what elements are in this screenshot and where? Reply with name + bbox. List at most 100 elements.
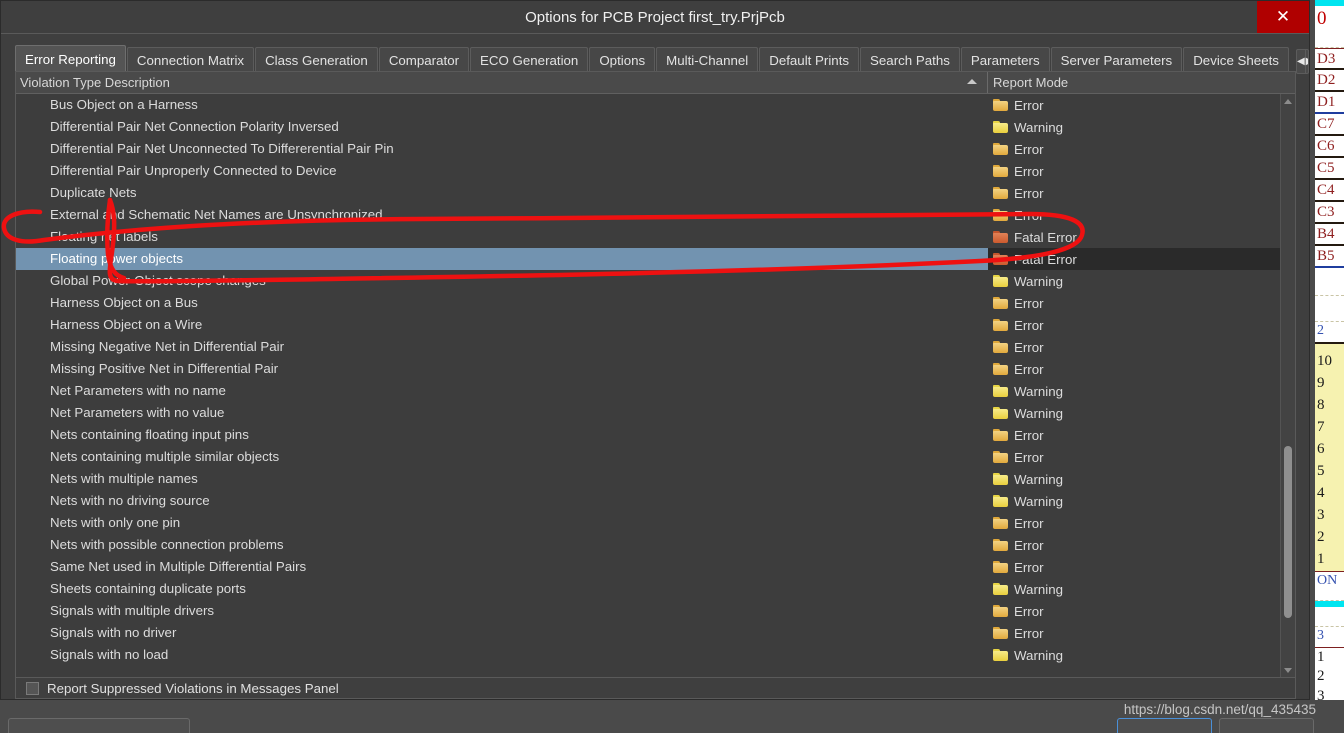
violation-type-description-cell[interactable]: Duplicate Nets <box>16 182 988 204</box>
tab-eco-generation[interactable]: ECO Generation <box>470 47 589 74</box>
table-row[interactable]: Same Net used in Multiple Differential P… <box>16 556 1295 578</box>
violation-type-description-cell[interactable]: Nets containing multiple similar objects <box>16 446 988 468</box>
tab-default-prints[interactable]: Default Prints <box>759 47 860 74</box>
violation-type-description-cell[interactable]: Missing Negative Net in Differential Pai… <box>16 336 988 358</box>
report-mode-cell[interactable]: Warning <box>988 644 1295 666</box>
report-mode-cell[interactable]: Error <box>988 512 1295 534</box>
report-mode-cell[interactable]: Warning <box>988 468 1295 490</box>
violation-type-description-cell[interactable]: Sheets containing duplicate ports <box>16 578 988 600</box>
table-row[interactable]: Duplicate Nets Error <box>16 182 1295 204</box>
violation-type-description-cell[interactable]: Signals with multiple drivers <box>16 600 988 622</box>
report-mode-cell[interactable]: Error <box>988 204 1295 226</box>
table-row[interactable]: Missing Positive Net in Differential Pai… <box>16 358 1295 380</box>
violation-type-description-cell[interactable]: Nets with multiple names <box>16 468 988 490</box>
table-row[interactable]: Signals with no load Warning <box>16 644 1295 666</box>
table-row[interactable]: Nets with possible connection problems Er… <box>16 534 1295 556</box>
report-mode-cell[interactable]: Error <box>988 314 1295 336</box>
scroll-down-icon[interactable] <box>1281 663 1295 677</box>
violation-type-description-cell[interactable]: Differential Pair Unproperly Connected t… <box>16 160 988 182</box>
column-header-report-mode[interactable]: Report Mode <box>988 72 1295 93</box>
table-row[interactable]: Floating power objects Fatal Error <box>16 248 1295 270</box>
violation-type-description-cell[interactable]: Signals with no driver <box>16 622 988 644</box>
report-mode-cell[interactable]: Warning <box>988 490 1295 512</box>
scroll-up-icon[interactable] <box>1281 94 1295 108</box>
violation-type-description-cell[interactable]: Global Power-Object scope changes <box>16 270 988 292</box>
violation-type-description-cell[interactable]: Floating net labels <box>16 226 988 248</box>
report-mode-cell[interactable]: Error <box>988 336 1295 358</box>
report-mode-cell[interactable]: Warning <box>988 380 1295 402</box>
report-mode-cell[interactable]: Error <box>988 138 1295 160</box>
chevron-left-icon[interactable]: ◀ <box>1297 50 1305 73</box>
table-row[interactable]: External and Schematic Net Names are Uns… <box>16 204 1295 226</box>
tab-parameters[interactable]: Parameters <box>960 47 1050 74</box>
table-row[interactable]: Differential Pair Unproperly Connected t… <box>16 160 1295 182</box>
report-mode-cell[interactable]: Fatal Error <box>988 226 1295 248</box>
violation-type-description-cell[interactable]: Differential Pair Net Connection Polarit… <box>16 116 988 138</box>
tab-options[interactable]: Options <box>589 47 656 74</box>
table-row[interactable]: Signals with no driver Error <box>16 622 1295 644</box>
tab-search-paths[interactable]: Search Paths <box>860 47 960 74</box>
report-mode-cell[interactable]: Warning <box>988 116 1295 138</box>
column-header-violation-type-description[interactable]: Violation Type Description <box>16 72 988 93</box>
tab-error-reporting[interactable]: Error Reporting <box>15 45 126 74</box>
report-mode-cell[interactable]: Error <box>988 534 1295 556</box>
tab-server-parameters[interactable]: Server Parameters <box>1050 47 1183 74</box>
table-row[interactable]: Net Parameters with no value Warning <box>16 402 1295 424</box>
violation-type-description-cell[interactable]: External and Schematic Net Names are Uns… <box>16 204 988 226</box>
table-row[interactable]: Differential Pair Net Connection Polarit… <box>16 116 1295 138</box>
bottom-button-left[interactable] <box>8 718 190 733</box>
table-row[interactable]: Net Parameters with no name Warning <box>16 380 1295 402</box>
table-row[interactable]: Harness Object on a Wire Error <box>16 314 1295 336</box>
tab-multi-channel[interactable]: Multi-Channel <box>656 47 759 74</box>
table-row[interactable]: Global Power-Object scope changes Warning <box>16 270 1295 292</box>
table-row[interactable]: Signals with multiple drivers Error <box>16 600 1295 622</box>
report-mode-cell[interactable]: Error <box>988 94 1295 116</box>
violation-type-description-cell[interactable]: Differential Pair Net Unconnected To Dif… <box>16 138 988 160</box>
tab-device-sheets[interactable]: Device Sheets <box>1183 47 1289 74</box>
table-row[interactable]: Sheets containing duplicate ports Warning <box>16 578 1295 600</box>
table-row[interactable]: Harness Object on a Bus Error <box>16 292 1295 314</box>
violation-type-description-cell[interactable]: Missing Positive Net in Differential Pai… <box>16 358 988 380</box>
violation-type-description-cell[interactable]: Same Net used in Multiple Differential P… <box>16 556 988 578</box>
report-mode-cell[interactable]: Error <box>988 600 1295 622</box>
close-icon[interactable]: ✕ <box>1257 1 1309 33</box>
violation-type-description-cell[interactable]: Nets with only one pin <box>16 512 988 534</box>
table-row[interactable]: Differential Pair Net Unconnected To Dif… <box>16 138 1295 160</box>
violation-type-description-cell[interactable]: Net Parameters with no value <box>16 402 988 424</box>
table-row[interactable]: Floating net labels Fatal Error <box>16 226 1295 248</box>
violation-type-description-cell[interactable]: Net Parameters with no name <box>16 380 988 402</box>
report-mode-cell[interactable]: Warning <box>988 402 1295 424</box>
scrollbar-thumb[interactable] <box>1284 446 1292 618</box>
tab-class-generation[interactable]: Class Generation <box>255 47 378 74</box>
chevron-right-icon[interactable]: ▶ <box>1304 50 1308 73</box>
report-mode-cell[interactable]: Error <box>988 622 1295 644</box>
table-row[interactable]: Bus Object on a Harness Error <box>16 94 1295 116</box>
violation-type-description-cell[interactable]: Bus Object on a Harness <box>16 94 988 116</box>
report-mode-cell[interactable]: Error <box>988 292 1295 314</box>
violation-type-description-cell[interactable]: Floating power objects <box>16 248 988 270</box>
violation-type-description-cell[interactable]: Nets containing floating input pins <box>16 424 988 446</box>
report-mode-cell[interactable]: Error <box>988 424 1295 446</box>
tab-comparator[interactable]: Comparator <box>378 47 470 74</box>
violation-list[interactable]: Bus Object on a Harness Error Differential… <box>16 94 1295 677</box>
violation-type-description-cell[interactable]: Nets with no driving source <box>16 490 988 512</box>
violation-type-description-cell[interactable]: Signals with no load <box>16 644 988 666</box>
violation-type-description-cell[interactable]: Harness Object on a Wire <box>16 314 988 336</box>
report-mode-cell[interactable]: Fatal Error <box>988 248 1295 270</box>
report-mode-cell[interactable]: Warning <box>988 270 1295 292</box>
table-row[interactable]: Nets with only one pin Error <box>16 512 1295 534</box>
report-mode-cell[interactable]: Error <box>988 446 1295 468</box>
table-row[interactable]: Nets containing floating input pins Error <box>16 424 1295 446</box>
report-mode-cell[interactable]: Error <box>988 556 1295 578</box>
violation-type-description-cell[interactable]: Harness Object on a Bus <box>16 292 988 314</box>
report-mode-cell[interactable]: Error <box>988 160 1295 182</box>
report-mode-cell[interactable]: Warning <box>988 578 1295 600</box>
tab-connection-matrix[interactable]: Connection Matrix <box>126 47 255 74</box>
bottom-button-cancel[interactable] <box>1219 718 1314 733</box>
bottom-button-ok[interactable] <box>1117 718 1212 733</box>
violation-type-description-cell[interactable]: Nets with possible connection problems <box>16 534 988 556</box>
table-row[interactable]: Nets with multiple names Warning <box>16 468 1295 490</box>
table-row[interactable]: Missing Negative Net in Differential Pai… <box>16 336 1295 358</box>
table-row[interactable]: Nets with no driving source Warning <box>16 490 1295 512</box>
vertical-scrollbar[interactable] <box>1280 94 1295 677</box>
